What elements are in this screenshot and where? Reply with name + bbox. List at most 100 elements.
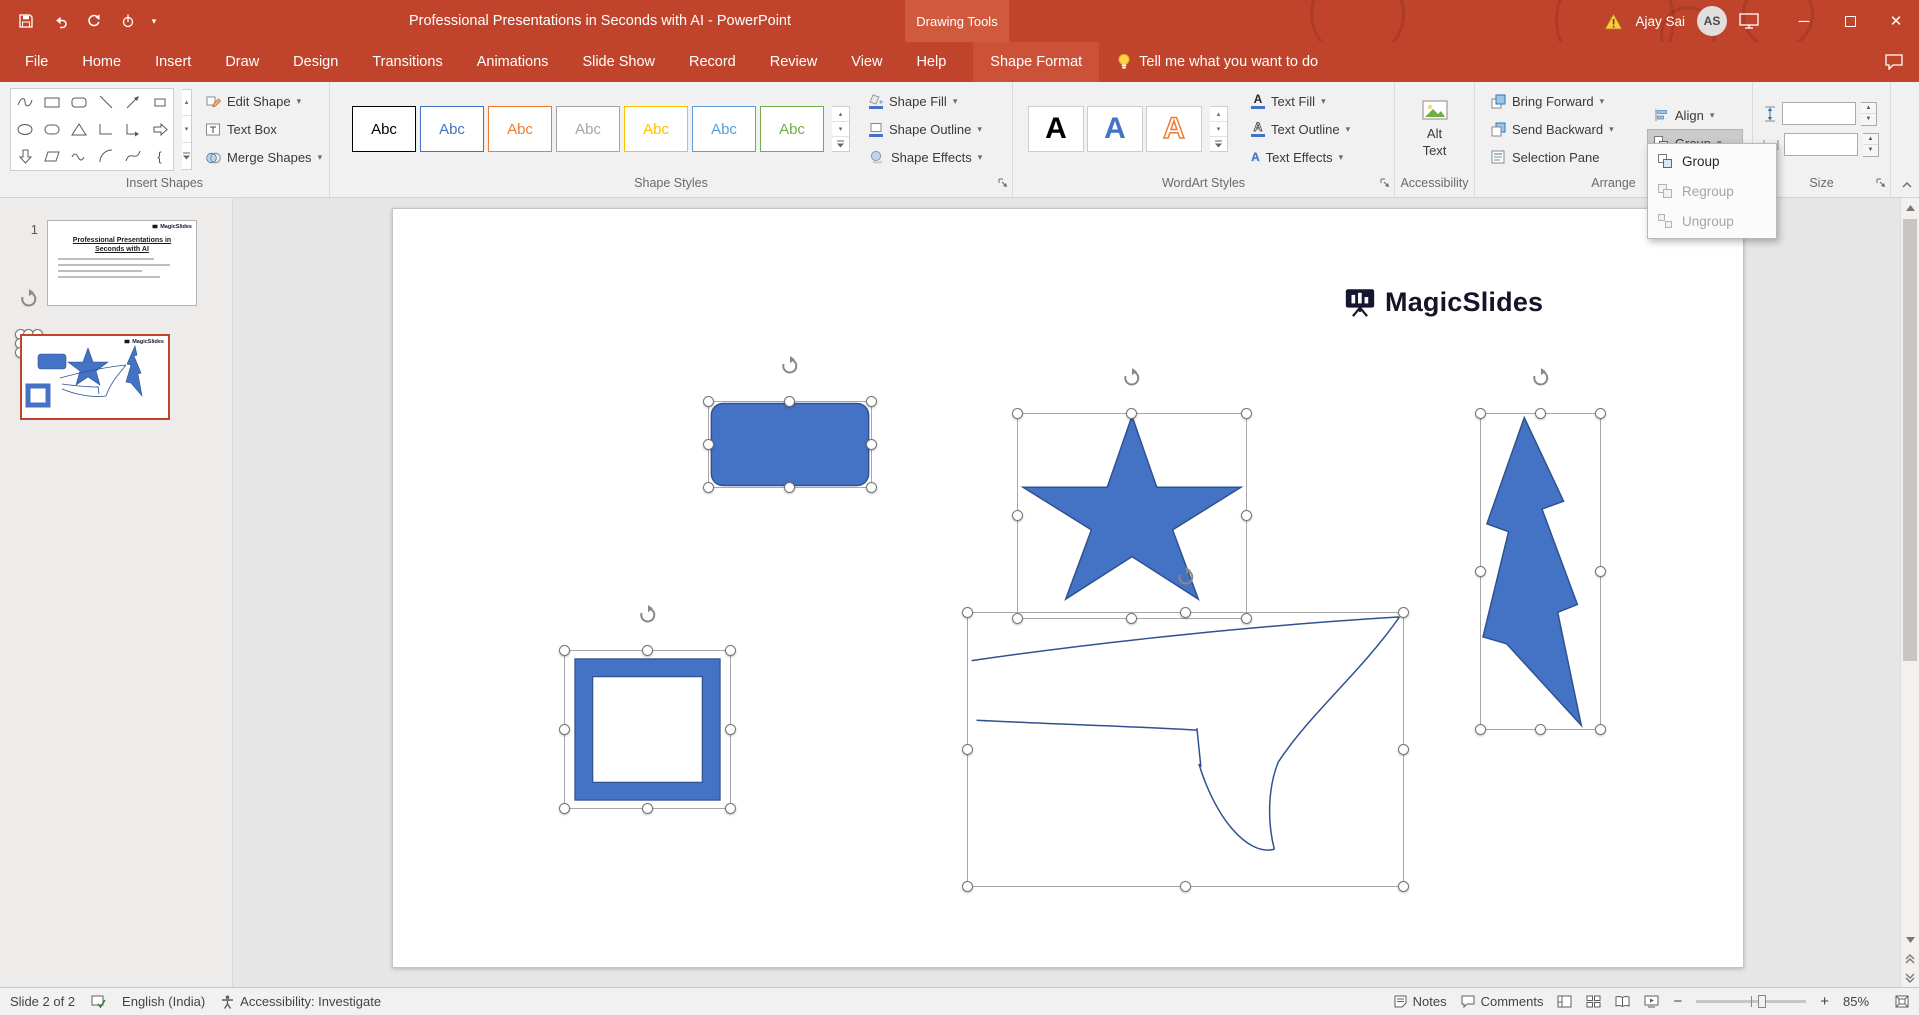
scroll-up-icon[interactable] — [1901, 198, 1919, 217]
rotation-handle[interactable] — [780, 356, 800, 376]
selection-handle-ne[interactable] — [1398, 607, 1409, 618]
slide-2-thumbnail[interactable]: MagicSlides — [20, 334, 170, 420]
shape-effects-button[interactable]: Shape Effects▾ — [864, 144, 987, 171]
slide-editing-surface[interactable]: MagicSlides — [392, 208, 1744, 968]
line-arrow-shape-icon[interactable] — [119, 89, 146, 116]
selection-handle-se[interactable] — [1595, 724, 1606, 735]
zoom-out-button[interactable]: − — [1673, 993, 1682, 1010]
next-slide-button[interactable] — [1901, 968, 1919, 987]
text-effects-button[interactable]: A Text Effects▾ — [1246, 144, 1355, 171]
avatar[interactable]: AS — [1697, 6, 1727, 36]
shape-styles-dialog-launcher[interactable] — [997, 176, 1009, 194]
selection-handle-e[interactable] — [1398, 744, 1409, 755]
shape-width-input[interactable] — [1784, 133, 1858, 156]
selection-handle-nw[interactable] — [1012, 408, 1023, 419]
normal-view-button[interactable] — [1557, 995, 1572, 1008]
proofing-button[interactable] — [91, 995, 106, 1008]
shape-style-preset-2[interactable]: Abc — [420, 106, 484, 152]
selection-handle-nw[interactable] — [1475, 408, 1486, 419]
zoom-slider-thumb[interactable] — [1758, 995, 1766, 1008]
wordart-preset-3[interactable]: A — [1146, 106, 1202, 152]
send-backward-button[interactable]: Send Backward▾ — [1485, 116, 1640, 143]
tab-record[interactable]: Record — [672, 42, 753, 82]
triangle-shape-icon[interactable] — [65, 116, 92, 143]
tab-animations[interactable]: Animations — [460, 42, 566, 82]
shape-height-input[interactable] — [1782, 102, 1856, 125]
slide-indicator[interactable]: Slide 2 of 2 — [10, 994, 75, 1009]
selection-handle-n[interactable] — [642, 645, 653, 656]
shape-lightning-bolt[interactable] — [1480, 413, 1601, 730]
zoom-level[interactable]: 85% — [1843, 994, 1881, 1009]
curve-shape-icon[interactable] — [119, 143, 146, 170]
menu-item-ungroup[interactable]: Ungroup — [1648, 206, 1776, 236]
selection-handle-sw[interactable] — [703, 482, 714, 493]
height-spinner[interactable]: ▲▼ — [1861, 102, 1877, 126]
shape-fill-button[interactable]: Shape Fill▾ — [864, 88, 987, 115]
selection-handle-ne[interactable] — [866, 396, 877, 407]
selection-handle-e[interactable] — [1241, 510, 1252, 521]
tab-design[interactable]: Design — [276, 42, 355, 82]
selection-handle-se[interactable] — [866, 482, 877, 493]
rotation-handle[interactable] — [1176, 567, 1196, 587]
down-arrow-shape-icon[interactable] — [11, 143, 38, 170]
rounded-rectangle2-shape-icon[interactable] — [38, 116, 65, 143]
rotation-handle[interactable] — [19, 289, 39, 309]
tab-home[interactable]: Home — [65, 42, 138, 82]
scrollbar-track[interactable] — [1901, 217, 1919, 930]
selection-handle-s[interactable] — [1535, 724, 1546, 735]
slide-show-view-button[interactable] — [1644, 995, 1659, 1008]
close-button[interactable]: ✕ — [1873, 0, 1919, 42]
tab-draw[interactable]: Draw — [208, 42, 276, 82]
selection-handle-w[interactable] — [1475, 566, 1486, 577]
edit-shape-button[interactable]: Edit Shape▾ — [200, 88, 327, 115]
selection-handle-n[interactable] — [784, 396, 795, 407]
menu-item-regroup[interactable]: Regroup — [1648, 176, 1776, 206]
wordart-more-icon[interactable] — [1210, 137, 1227, 151]
tab-view[interactable]: View — [834, 42, 899, 82]
tab-transitions[interactable]: Transitions — [355, 42, 459, 82]
selection-handle-e[interactable] — [1595, 566, 1606, 577]
slide-canvas[interactable]: MagicSlides — [233, 198, 1900, 987]
wordart-preset-1[interactable]: A — [1028, 106, 1084, 152]
tab-file[interactable]: File — [8, 42, 65, 82]
style-scroll-down-icon[interactable]: ▾ — [832, 122, 849, 137]
size-dialog-launcher[interactable] — [1875, 176, 1887, 194]
line-shape-icon[interactable] — [92, 89, 119, 116]
selection-handle-nw[interactable] — [559, 645, 570, 656]
brace-shape-icon[interactable]: { — [146, 143, 173, 170]
right-arrow-shape-icon[interactable] — [146, 116, 173, 143]
wordart-scroll-up-icon[interactable]: ▴ — [1210, 107, 1227, 122]
selection-handle-n[interactable] — [1126, 408, 1137, 419]
touch-mouse-mode-button[interactable] — [112, 6, 144, 36]
tab-review[interactable]: Review — [753, 42, 835, 82]
rotation-handle[interactable] — [1531, 368, 1551, 388]
selection-handle-sw[interactable] — [1475, 724, 1486, 735]
gallery-more-icon[interactable] — [182, 143, 191, 169]
arc-shape-icon[interactable] — [92, 143, 119, 170]
gallery-scroll-down-icon[interactable]: ▾ — [182, 116, 191, 143]
selection-handle-e[interactable] — [866, 439, 877, 450]
tell-me-box[interactable]: Tell me what you want to do — [1117, 42, 1318, 82]
bring-forward-button[interactable]: Bring Forward▾ — [1485, 88, 1640, 115]
accessibility-button[interactable]: Accessibility: Investigate — [221, 994, 381, 1009]
wordart-scroll-down-icon[interactable]: ▾ — [1210, 122, 1227, 137]
selection-handle-sw[interactable] — [962, 881, 973, 892]
notes-button[interactable]: Notes — [1394, 994, 1447, 1009]
oval-shape-icon[interactable] — [11, 116, 38, 143]
scroll-down-icon[interactable] — [1901, 930, 1919, 949]
parallelogram-shape-icon[interactable] — [38, 143, 65, 170]
warning-icon[interactable] — [1604, 13, 1623, 30]
shape-style-preset-7[interactable]: Abc — [760, 106, 824, 152]
small-rectangle-shape-icon[interactable] — [146, 89, 173, 116]
style-scroll-up-icon[interactable]: ▴ — [832, 107, 849, 122]
redo-button[interactable] — [78, 6, 110, 36]
slide-1-thumbnail[interactable]: MagicSlides Professional Presentations i… — [47, 220, 197, 306]
selection-handle-s[interactable] — [642, 803, 653, 814]
previous-slide-button[interactable] — [1901, 949, 1919, 968]
selection-handle-se[interactable] — [725, 803, 736, 814]
shape-star[interactable] — [1017, 413, 1247, 619]
rotation-handle[interactable] — [1122, 368, 1142, 388]
rounded-rectangle-shape-icon[interactable] — [65, 89, 92, 116]
user-name[interactable]: Ajay Sai — [1635, 14, 1685, 29]
merge-shapes-button[interactable]: Merge Shapes▾ — [200, 144, 327, 171]
